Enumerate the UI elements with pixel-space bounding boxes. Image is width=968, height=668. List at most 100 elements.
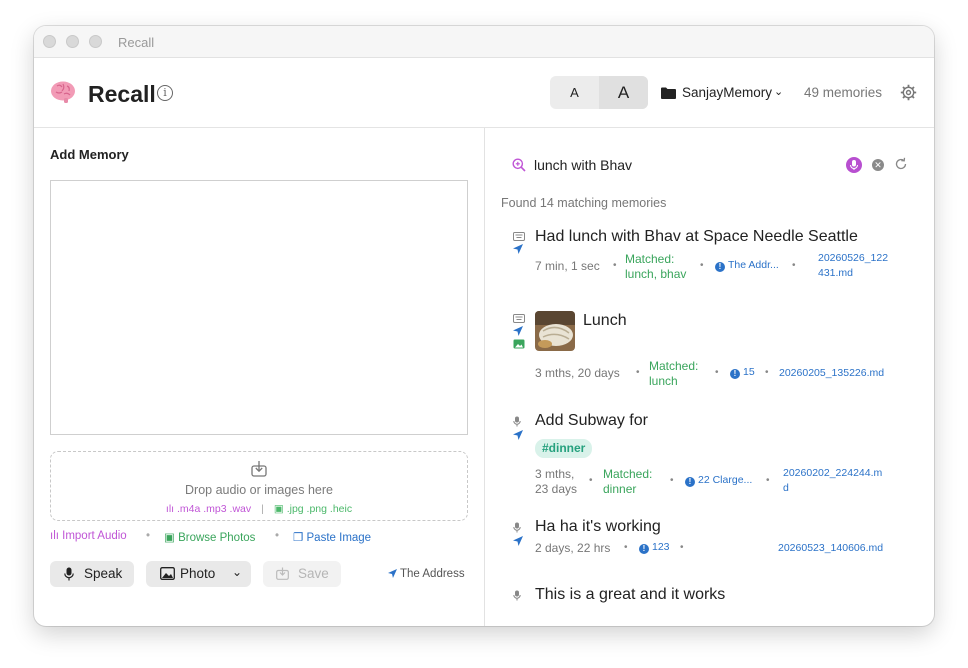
result-location[interactable]: ! 123 — [639, 541, 670, 554]
format-separator: | — [261, 503, 264, 515]
result-file-link[interactable]: 20260526_122 431.md — [818, 251, 888, 281]
separator-dot: • — [146, 530, 151, 542]
result-location[interactable]: ! 15 — [730, 366, 755, 379]
photo-icon: ▣ — [164, 532, 179, 544]
font-size-small-button[interactable]: A — [550, 76, 599, 109]
result-matched: Matched: dinner — [603, 467, 652, 497]
separator-dot: • — [275, 530, 280, 542]
paste-image-label: Paste Image — [306, 532, 372, 544]
memory-text-input[interactable] — [50, 180, 468, 435]
photo-button[interactable]: Photo ⌄ — [146, 561, 251, 587]
info-icon[interactable]: i — [157, 85, 173, 101]
location-arrow-icon — [513, 430, 523, 440]
matched-terms: dinner — [603, 482, 637, 496]
address-label: The Address — [400, 568, 465, 580]
brain-icon — [51, 81, 75, 103]
result-matched: Matched: lunch — [649, 359, 698, 389]
waveform-icon: ılı — [50, 530, 63, 542]
result-type-icons — [513, 416, 526, 443]
save-button[interactable]: Save — [263, 561, 341, 587]
title-bar: Recall — [34, 26, 934, 58]
browse-photos-label: Browse Photos — [178, 532, 256, 544]
matched-label: Matched: — [603, 467, 653, 481]
app-header: Recall i A A SanjayMemory ⌄ 49 memories — [34, 58, 934, 128]
location-text: 22 Clarge... — [698, 474, 753, 486]
refresh-icon[interactable] — [894, 157, 908, 171]
location-pin-icon: ! — [639, 544, 649, 554]
result-location[interactable]: ! 22 Clarge... — [685, 474, 752, 487]
result-file-link[interactable]: 20260523_140606.md — [778, 541, 883, 556]
microphone-icon — [513, 590, 521, 601]
result-file-link[interactable]: 20260202_224244.m d — [783, 466, 882, 496]
search-panel: ✕ Found 14 matching memories Had lunch w… — [485, 128, 934, 626]
file-name-part: 20260526_122 — [818, 252, 889, 264]
result-type-icons — [513, 590, 526, 604]
location-pin-icon: ! — [685, 477, 695, 487]
chevron-down-icon[interactable]: ⌄ — [232, 565, 242, 579]
location-text: 123 — [652, 541, 670, 553]
import-audio-link[interactable]: ılı Import Audio — [50, 530, 127, 542]
separator-dot: • — [766, 475, 770, 486]
photo-icon — [160, 567, 175, 580]
separator-dot: • — [680, 542, 684, 553]
separator-dot: • — [670, 475, 674, 486]
age-part: 23 days — [535, 482, 578, 496]
folder-icon — [661, 87, 676, 99]
result-thumbnail[interactable] — [535, 311, 575, 351]
keyboard-icon — [513, 232, 525, 241]
location-pin-icon: ! — [715, 262, 725, 272]
matched-terms: lunch — [649, 374, 678, 388]
matched-terms: lunch, bhav — [625, 267, 687, 281]
location-text: 15 — [743, 366, 755, 378]
drop-instructions: Drop audio or images here — [185, 483, 333, 497]
location-text: The Addr... — [728, 259, 779, 271]
close-window-button[interactable] — [43, 35, 56, 48]
separator-dot: • — [765, 367, 769, 378]
font-size-large-button[interactable]: A — [599, 76, 648, 109]
zoom-window-button[interactable] — [89, 35, 102, 48]
minimize-window-button[interactable] — [66, 35, 79, 48]
window-title: Recall — [118, 35, 155, 50]
location-arrow-icon — [513, 244, 523, 254]
separator-dot: • — [624, 542, 628, 553]
file-name-part: 431.md — [818, 267, 854, 279]
speak-button[interactable]: Speak — [50, 561, 134, 587]
location-pin-icon: ! — [730, 369, 740, 379]
matched-label: Matched: — [649, 359, 699, 373]
separator-dot: • — [792, 260, 796, 271]
voice-search-button[interactable] — [846, 157, 862, 173]
drop-zone[interactable]: Drop audio or images here ılı .m4a .mp3 … — [50, 451, 468, 521]
paste-image-link[interactable]: ❐ Paste Image — [293, 530, 371, 544]
result-age: 3 mths, 23 days — [535, 467, 577, 497]
search-icon — [512, 158, 526, 172]
save-label: Save — [298, 566, 329, 581]
search-input[interactable] — [534, 155, 834, 175]
result-title: This is a great and it works — [535, 586, 726, 603]
browse-photos-link[interactable]: ▣ Browse Photos — [164, 530, 255, 544]
location-arrow-icon — [388, 569, 397, 578]
app-title: Recall — [88, 81, 156, 107]
tray-download-icon — [251, 461, 267, 477]
age-part: 3 mths, — [535, 467, 575, 481]
clipboard-icon: ❐ — [293, 532, 307, 544]
photo-icon — [513, 339, 525, 349]
result-matched: Matched: lunch, bhav — [625, 252, 686, 282]
clear-search-icon[interactable]: ✕ — [872, 159, 884, 171]
image-icon: ▣ — [273, 503, 287, 515]
separator-dot: • — [715, 367, 719, 378]
result-location[interactable]: ! The Addr... — [715, 259, 779, 272]
microphone-icon — [850, 160, 858, 170]
result-type-icons — [513, 232, 526, 257]
separator-dot: • — [589, 475, 593, 486]
save-tray-icon — [276, 567, 289, 580]
audio-formats: .m4a .mp3 .wav — [177, 503, 252, 515]
file-name-part: d — [783, 482, 789, 494]
current-location[interactable]: The Address — [388, 568, 465, 580]
chevron-down-icon: ⌄ — [774, 86, 784, 98]
gear-icon[interactable] — [900, 84, 917, 101]
result-title: Had lunch with Bhav at Space Needle Seat… — [535, 228, 858, 245]
result-file-link[interactable]: 20260205_135226.md — [779, 366, 884, 381]
result-age: 2 days, 22 hrs — [535, 541, 611, 555]
keyboard-icon — [513, 314, 525, 323]
result-tag[interactable]: #dinner — [535, 439, 593, 458]
